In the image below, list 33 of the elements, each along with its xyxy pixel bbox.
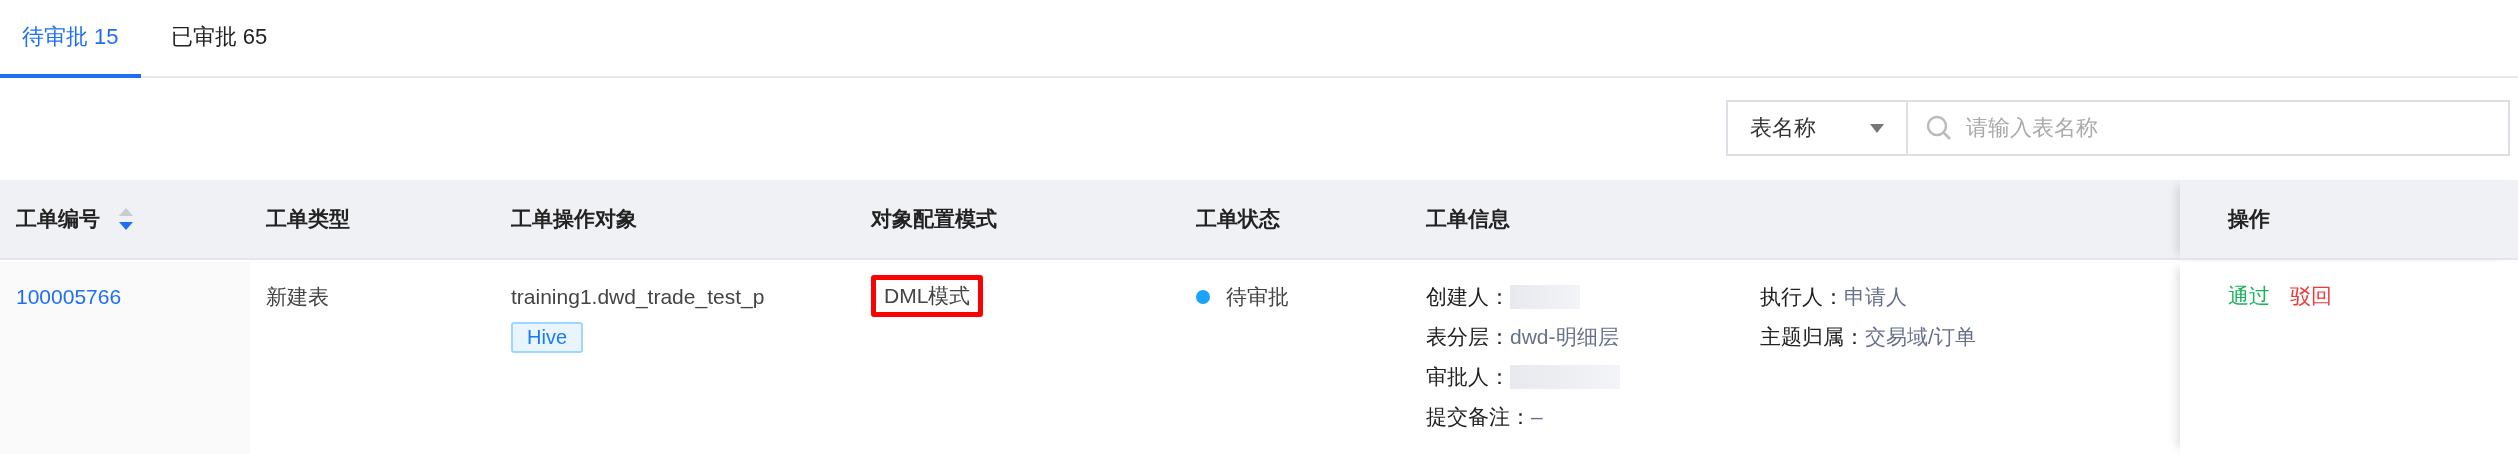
info-label: 审批人： xyxy=(1426,364,1510,390)
status-text: 待审批 xyxy=(1226,284,1289,310)
reject-link[interactable]: 驳回 xyxy=(2290,284,2332,307)
info-label: 表分层： xyxy=(1426,324,1510,350)
column-header: 工单状态 xyxy=(1196,206,1280,232)
search-icon xyxy=(1926,115,1952,141)
field-select[interactable]: 表名称 xyxy=(1726,100,1908,156)
info-label: 提交备注： xyxy=(1426,404,1531,430)
table-cell: training1.dwd_trade_test_p xyxy=(511,285,765,308)
info-value: 申请人 xyxy=(1844,284,1907,310)
search-field[interactable]: 请输入表名称 xyxy=(1908,100,2510,156)
table-cell: DML模式 xyxy=(871,275,984,317)
tab[interactable]: 待审批 15 xyxy=(0,0,141,78)
info-label: 执行人： xyxy=(1760,284,1844,310)
info-value: dwd-明细层 xyxy=(1510,324,1619,350)
order-id-link[interactable]: 100005766 xyxy=(16,285,122,308)
tab[interactable]: 已审批 65 xyxy=(148,0,290,78)
info-value: – xyxy=(1531,404,1543,430)
column-header: 对象配置模式 xyxy=(871,206,997,232)
column-header: 工单类型 xyxy=(266,206,350,232)
sort-icon[interactable] xyxy=(118,206,134,232)
caret-icon xyxy=(1870,123,1884,133)
table-cell: 新建表 xyxy=(266,285,329,308)
column-header: 工单编号 xyxy=(16,206,100,232)
info-value: 交易域/订单 xyxy=(1865,324,1976,350)
approve-link[interactable]: 通过 xyxy=(2228,284,2270,307)
info-label: 主题归属： xyxy=(1760,324,1865,350)
select-value: 表名称 xyxy=(1750,114,1816,142)
column-header: 工单操作对象 xyxy=(511,206,637,232)
info-label: 创建人： xyxy=(1426,284,1510,310)
column-header: 操作 xyxy=(2228,206,2270,232)
column-header: 工单信息 xyxy=(1426,206,1510,232)
engine-tag: Hive xyxy=(511,322,583,353)
